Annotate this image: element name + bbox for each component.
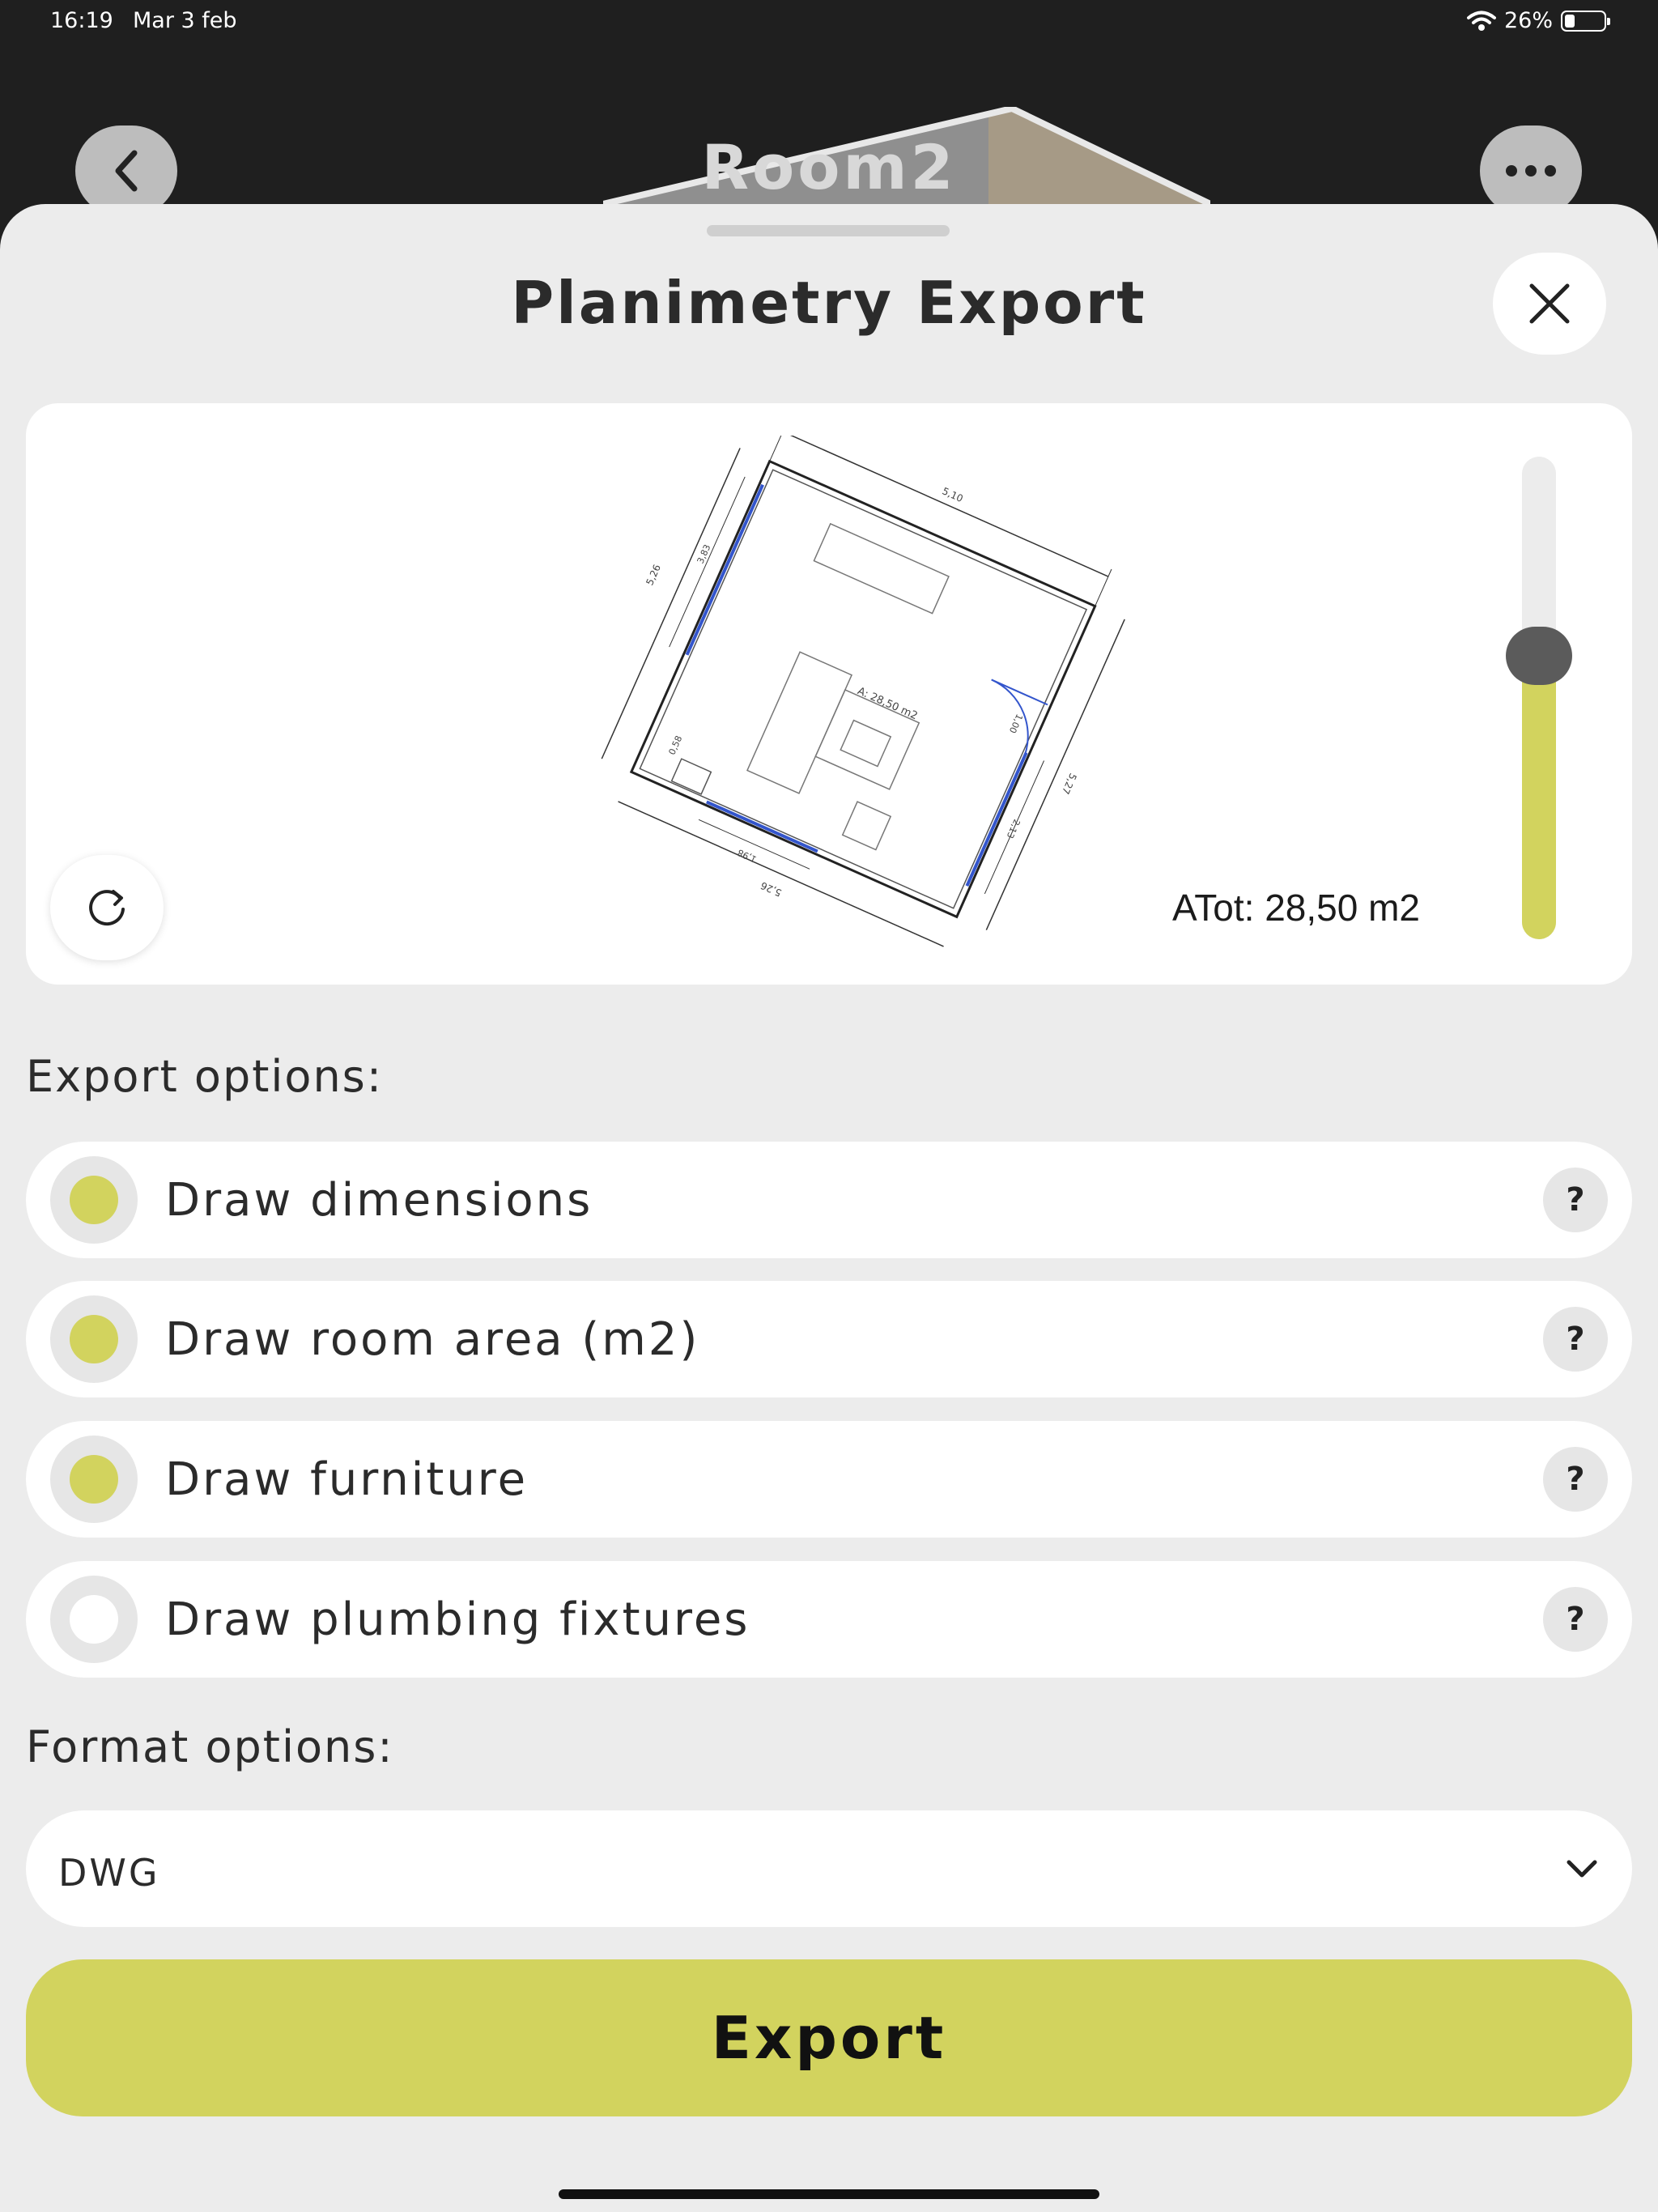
dim-label: 5,26 [644,563,663,587]
option-label: Draw dimensions [165,1174,593,1227]
more-button[interactable] [1480,125,1582,216]
radio-dot [70,1176,118,1224]
status-right: 26% [1466,8,1610,33]
room-title: Room2 [701,131,957,203]
radio-button[interactable] [50,1295,138,1383]
export-options-label: Export options: [26,1051,384,1102]
sheet-grabber[interactable] [707,225,950,236]
battery-fill [1565,14,1575,28]
dim-label: 3,83 [695,543,713,566]
plan-area-label: A: 28,50 m2 [856,685,920,722]
status-date: Mar 3 feb [133,8,237,33]
plan-preview: 5,10 5,26 3,83 1,98 5,26 0,58 2,13 5,27 … [26,403,1632,985]
option-draw-furniture[interactable]: Draw furniture ? [26,1421,1632,1538]
close-button[interactable] [1493,253,1606,355]
rotate-icon [89,890,125,926]
sheet-title: Planimetry Export [511,269,1147,337]
more-horizontal-icon [1506,165,1556,177]
export-sheet: Planimetry Export 5,10 5,26 3,83 1,98 5,… [0,204,1658,2212]
radio-button[interactable] [50,1156,138,1244]
dim-label: 1,00 [1007,713,1025,735]
home-indicator [559,2189,1099,2199]
option-draw-room-area[interactable]: Draw room area (m2) ? [26,1281,1632,1397]
dim-label: 2,13 [1005,818,1022,840]
battery-percent: 26% [1503,8,1553,33]
battery-icon [1561,10,1610,32]
help-button[interactable]: ? [1543,1168,1608,1232]
chevron-down-icon [1567,1860,1597,1878]
format-options-label: Format options: [26,1721,394,1772]
radio-dot [70,1315,118,1363]
close-icon [1529,283,1570,324]
export-button[interactable]: Export [26,1959,1632,2116]
radio-button[interactable] [50,1436,138,1523]
help-button[interactable]: ? [1543,1587,1608,1652]
dim-label: 5,26 [759,879,783,899]
dim-label: 5,10 [941,485,965,504]
help-button[interactable]: ? [1543,1307,1608,1372]
option-draw-dimensions[interactable]: Draw dimensions ? [26,1142,1632,1258]
option-label: Draw furniture [165,1453,529,1506]
zoom-slider-fill [1522,655,1556,939]
format-select-value: DWG [58,1851,160,1895]
radio-dot [70,1595,118,1644]
total-area-label: ATot: 28,50 m2 [1172,887,1420,929]
zoom-slider[interactable] [1506,457,1572,939]
dim-label: 5,27 [1060,772,1079,796]
format-select[interactable]: DWG [26,1810,1632,1927]
dim-label: 0,58 [667,734,685,757]
status-time: 16:19 [50,8,113,33]
status-bar: 16:19 Mar 3 feb 26% [0,0,1658,45]
option-label: Draw room area (m2) [165,1313,700,1366]
dim-label: 1,98 [736,847,759,865]
floor-plan-drawing: 5,10 5,26 3,83 1,98 5,26 0,58 2,13 5,27 … [601,436,1125,947]
help-button[interactable]: ? [1543,1447,1608,1512]
zoom-slider-thumb[interactable] [1506,626,1572,685]
option-draw-plumbing[interactable]: Draw plumbing fixtures ? [26,1561,1632,1678]
option-label: Draw plumbing fixtures [165,1593,750,1646]
wifi-icon [1466,11,1496,31]
radio-dot [70,1455,118,1504]
rotate-button[interactable] [50,855,164,960]
radio-button[interactable] [50,1576,138,1663]
